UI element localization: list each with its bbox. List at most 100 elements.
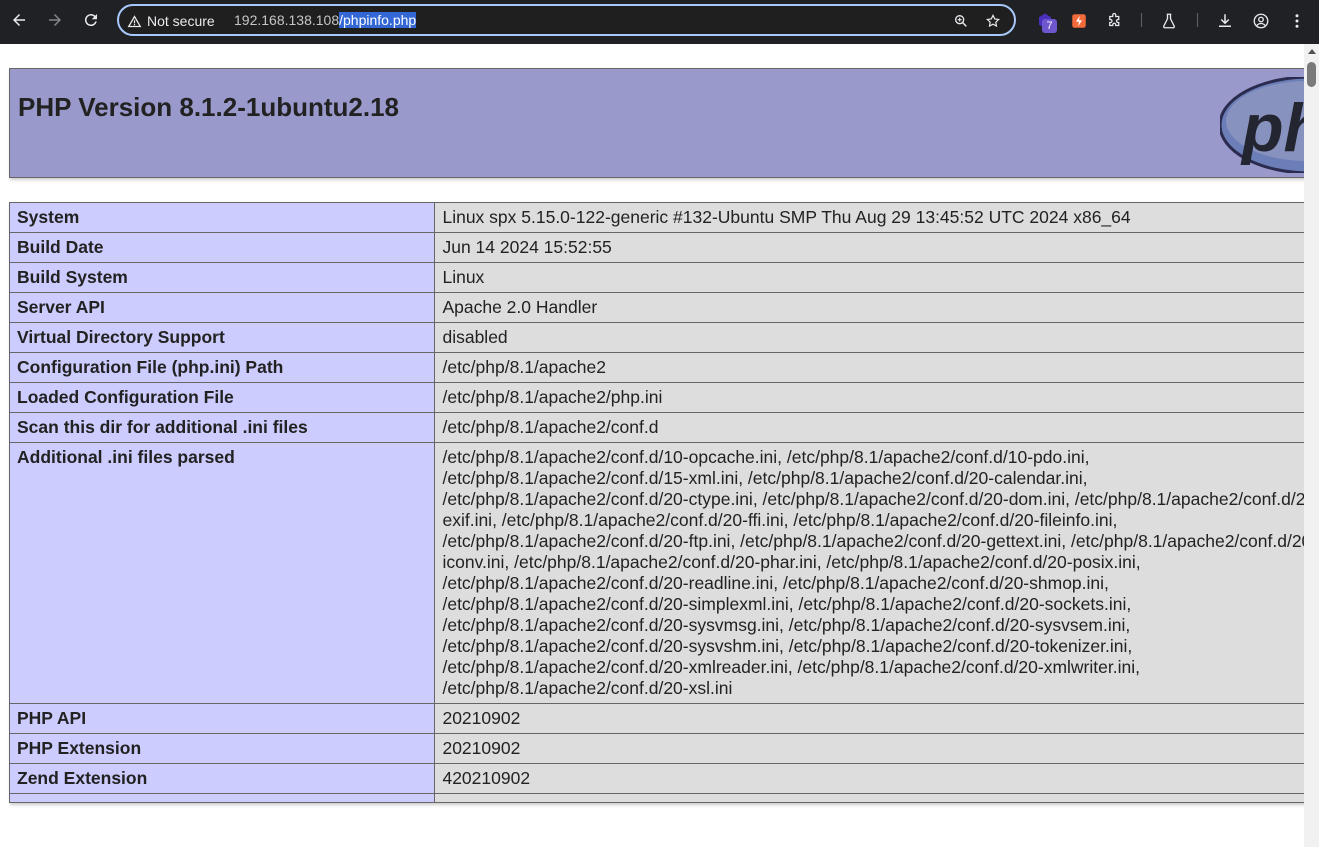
row-value-line: /etc/php/8.1/apache2/conf.d xyxy=(442,417,659,437)
row-value: /etc/php/8.1/apache2 xyxy=(434,352,1304,383)
row-value: 420210902 xyxy=(434,763,1304,794)
row-value-line: Jun 14 2024 15:52:55 xyxy=(442,237,612,257)
back-button[interactable] xyxy=(7,8,31,32)
download-icon xyxy=(1219,14,1231,27)
table-row: Configuration File (php.ini) Path/etc/ph… xyxy=(8,352,1304,383)
table-row: PHP API 20210902 xyxy=(8,703,1304,734)
address-bar[interactable]: Not secure 192.168.138.108/phpinfo.php xyxy=(117,4,1016,36)
forward-arrow-icon xyxy=(49,14,61,26)
row-value-line: Apache 2.0 Handler xyxy=(442,297,598,317)
table-row: Build Date Jun 14 2024 15:52:55 xyxy=(8,232,1304,263)
row-label: Build Date xyxy=(8,232,436,263)
security-chip[interactable]: Not secure xyxy=(127,11,215,31)
toolbar-separator xyxy=(1141,13,1142,27)
row-value-line: 420210902 xyxy=(442,768,531,788)
row-value-line: Linux spx 5.15.0-122-generic #132-Ubuntu… xyxy=(442,207,1131,227)
row-value: Linux xyxy=(434,262,1304,293)
page-viewport: PHP Version 8.1.2-1ubuntu2.18 ph System L… xyxy=(0,44,1304,847)
toolbar-separator xyxy=(1197,13,1198,27)
kebab-menu-icon xyxy=(1295,14,1299,28)
table-row: Scan this dir for additional .ini files /… xyxy=(8,412,1304,443)
table-row: Virtual Directory Support disabled xyxy=(8,322,1304,353)
row-value-line: /etc/php/8.1/apache2 xyxy=(442,357,606,377)
php-info-table: System Linux spx 5.15.0-122-generic #132-… xyxy=(8,202,1304,803)
table-row: Additional .ini files parsed/etc/php/8.1… xyxy=(8,442,1304,704)
scrollbar-thumb[interactable] xyxy=(1307,62,1316,87)
row-label: PHP Extension xyxy=(8,733,436,764)
zoom-icon xyxy=(955,14,967,27)
url-path-selected: /phpinfo.php xyxy=(339,12,417,28)
row-label: Virtual Directory Support xyxy=(8,322,436,353)
table-row xyxy=(8,793,1304,803)
security-label: Not secure xyxy=(147,13,215,29)
row-value-line: /etc/php/8.1/apache2/php.ini xyxy=(442,387,663,407)
row-label: Loaded Configuration File xyxy=(8,382,436,413)
row-value: Jun 14 2024 15:52:55 xyxy=(434,232,1304,263)
row-label: System xyxy=(8,202,436,233)
extension-badge: 7 xyxy=(1042,19,1057,33)
extensions-button[interactable] xyxy=(1104,10,1126,32)
url-text[interactable]: 192.168.138.108/phpinfo.php xyxy=(234,12,417,29)
url-host: 192.168.138.108 xyxy=(234,12,340,28)
row-value-line: /etc/php/8.1/apache2/conf.d/10-opcache.i… xyxy=(442,447,1090,467)
row-value-line: /etc/php/8.1/apache2/conf.d/15-xml.ini, … xyxy=(442,468,1088,488)
table-row: Build System Linux xyxy=(8,262,1304,293)
row-label: Server API xyxy=(8,292,436,323)
row-value xyxy=(434,793,1304,803)
row-value-line: /etc/php/8.1/apache2/conf.d/20-ctype.ini… xyxy=(442,489,1304,509)
vertical-scrollbar[interactable] xyxy=(1304,44,1319,847)
lightning-extension-icon xyxy=(1072,14,1086,28)
row-value-line: /etc/php/8.1/apache2/conf.d/20-readline.… xyxy=(442,573,1109,593)
table-row: Server API Apache 2.0 Handler xyxy=(8,292,1304,323)
bookmark-button[interactable] xyxy=(983,11,1003,31)
star-icon xyxy=(986,13,1000,28)
row-value: /etc/php/8.1/apache2/php.ini xyxy=(434,382,1304,413)
row-value-line: exif.ini, /etc/php/8.1/apache2/conf.d/20… xyxy=(442,510,1118,530)
row-value: disabled xyxy=(434,322,1304,353)
forward-button[interactable] xyxy=(43,8,67,32)
flask-icon xyxy=(1163,13,1175,29)
scroll-up-arrow-icon[interactable] xyxy=(1308,49,1316,54)
row-label: Zend Extension xyxy=(8,763,436,794)
row-label: Scan this dir for additional .ini files xyxy=(8,412,436,443)
page-title: PHP Version 8.1.2-1ubuntu2.18 xyxy=(18,92,399,122)
zoom-button[interactable] xyxy=(951,11,971,31)
browser-toolbar: Not secure 192.168.138.108/phpinfo.php 7 xyxy=(0,0,1319,44)
row-value-line: Linux xyxy=(442,267,485,287)
row-value: Apache 2.0 Handler xyxy=(434,292,1304,323)
table-row: Loaded Configuration File/etc/php/8.1/ap… xyxy=(8,382,1304,413)
row-value-line: /etc/php/8.1/apache2/conf.d/20-ftp.ini, … xyxy=(442,531,1304,551)
puzzle-icon xyxy=(1109,12,1120,27)
row-label xyxy=(8,793,436,803)
row-label: PHP API xyxy=(8,703,436,734)
profile-button[interactable] xyxy=(1250,10,1272,32)
row-value-line: /etc/php/8.1/apache2/conf.d/20-xmlreader… xyxy=(442,657,1140,677)
profile-icon xyxy=(1253,13,1269,29)
row-value: Linux spx 5.15.0-122-generic #132-Ubuntu… xyxy=(434,202,1304,233)
table-row: PHP Extension 20210902 xyxy=(8,733,1304,764)
row-value-line: iconv.ini, /etc/php/8.1/apache2/conf.d/2… xyxy=(442,552,1141,572)
menu-button[interactable] xyxy=(1286,10,1308,32)
warning-triangle-icon xyxy=(127,14,142,27)
php-version-header: PHP Version 8.1.2-1ubuntu2.18 ph xyxy=(9,68,1304,178)
reload-button[interactable] xyxy=(79,8,103,32)
reload-icon xyxy=(84,14,97,27)
row-value-line: 20210902 xyxy=(442,738,521,758)
svg-text:ph: ph xyxy=(1240,90,1304,166)
php-logo-icon[interactable]: ph xyxy=(1220,77,1304,173)
row-value-line: /etc/php/8.1/apache2/conf.d/20-simplexml… xyxy=(442,594,1132,614)
row-value: /etc/php/8.1/apache2/conf.d xyxy=(434,412,1304,443)
row-value: 20210902 xyxy=(434,733,1304,764)
row-label: Configuration File (php.ini) Path xyxy=(8,352,436,383)
labs-button[interactable] xyxy=(1158,10,1180,32)
row-label: Build System xyxy=(8,262,436,293)
row-value-line: /etc/php/8.1/apache2/conf.d/20-xsl.ini xyxy=(442,678,733,698)
row-value-line: 20210902 xyxy=(442,708,521,728)
row-value: 20210902 xyxy=(434,703,1304,734)
downloads-button[interactable] xyxy=(1214,10,1236,32)
row-value-line: /etc/php/8.1/apache2/conf.d/20-sysvshm.i… xyxy=(442,636,1133,656)
row-value-line: /etc/php/8.1/apache2/conf.d/20-sysvmsg.i… xyxy=(442,615,1131,635)
row-value: /etc/php/8.1/apache2/conf.d/10-opcache.i… xyxy=(434,442,1304,704)
back-arrow-icon xyxy=(13,14,25,26)
extension-button-2[interactable] xyxy=(1068,10,1090,32)
